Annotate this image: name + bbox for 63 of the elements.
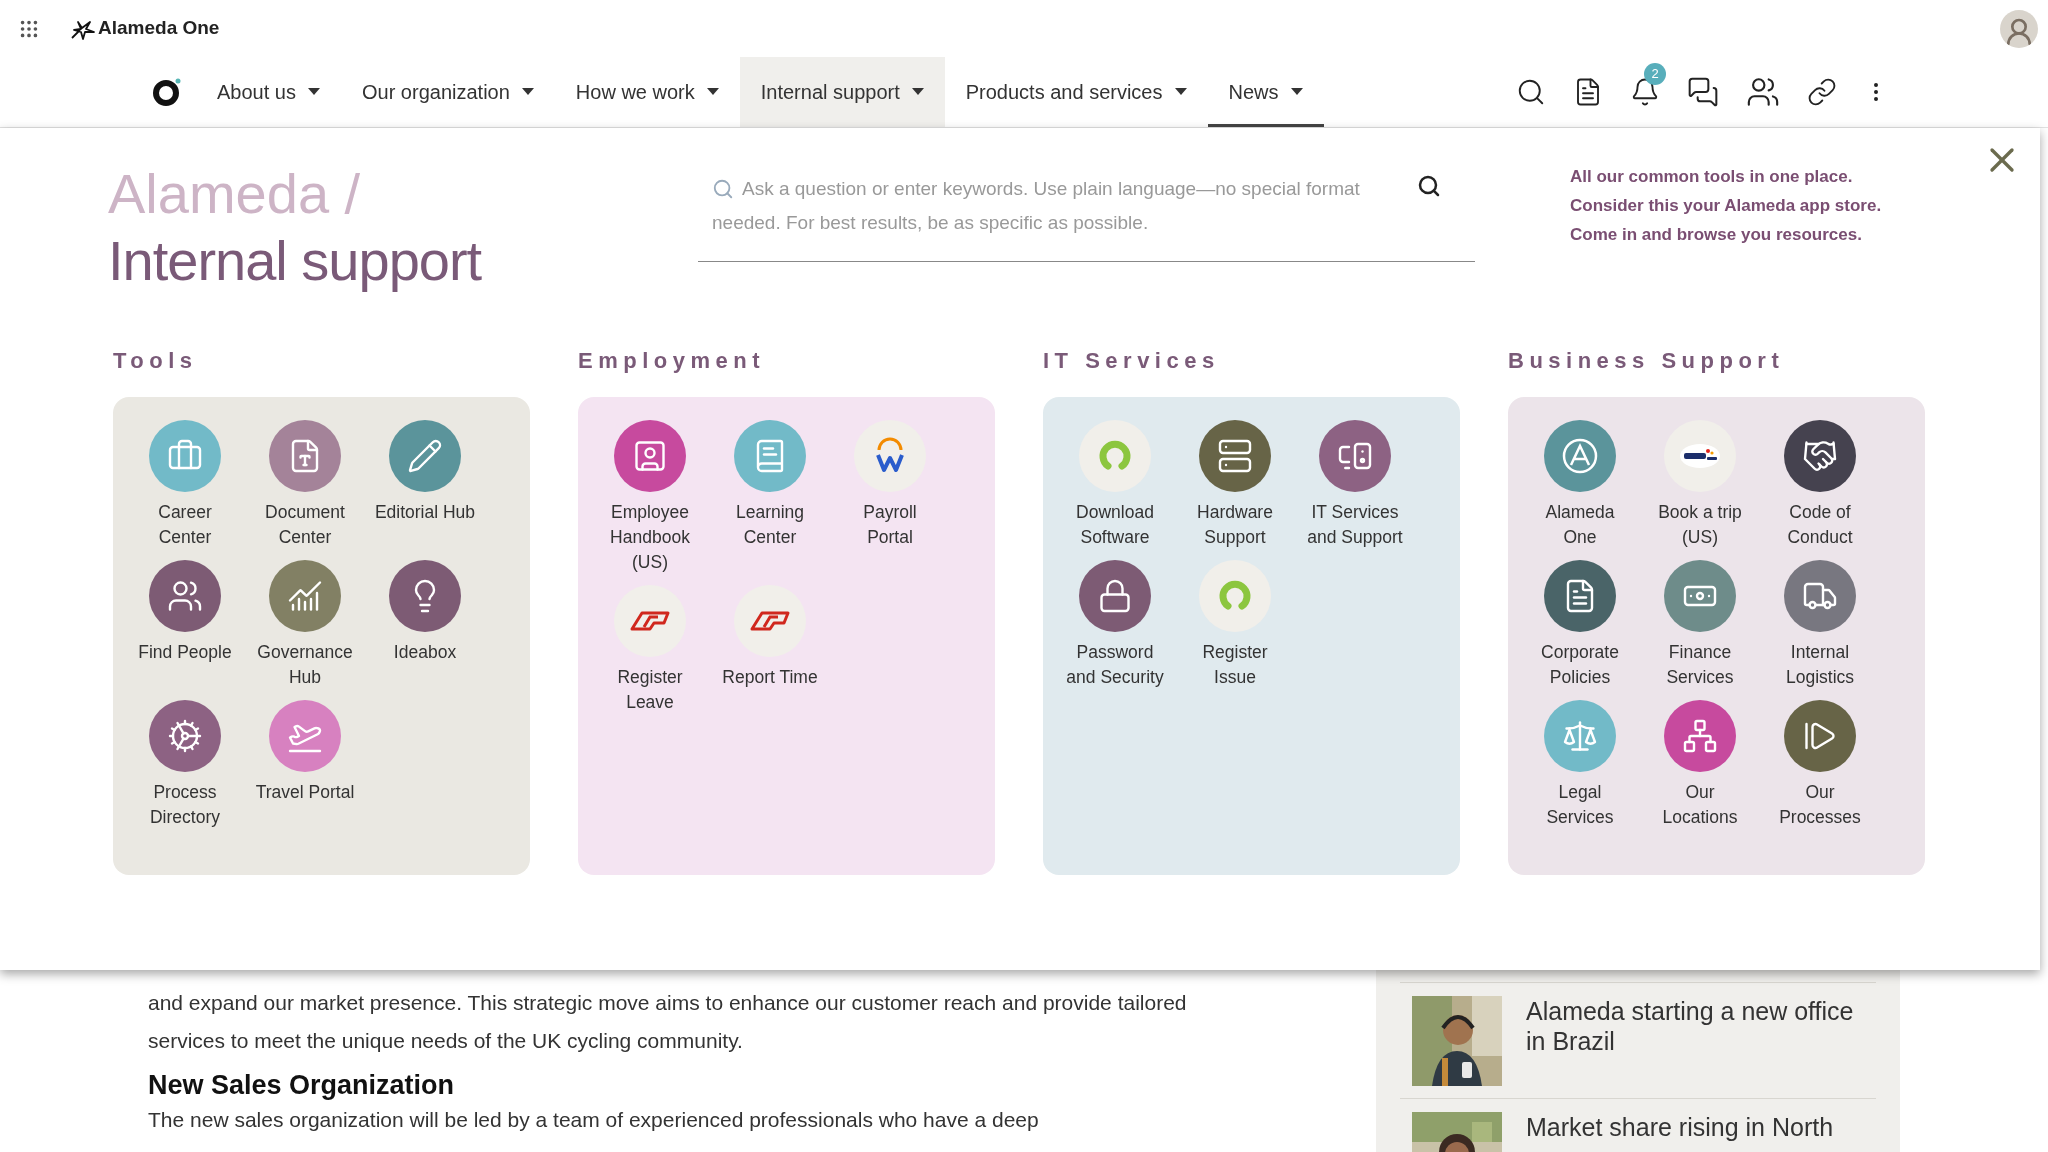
app-label[interactable]: Payroll Portal — [839, 500, 941, 550]
intro-text: Consider this your Alameda app store. — [1570, 195, 1882, 217]
app-label[interactable]: Corporate Policies — [1529, 640, 1631, 690]
app-label[interactable]: Ideabox — [374, 640, 476, 665]
intro-text: All our common tools in one place. — [1570, 166, 1854, 188]
user-avatar[interactable] — [2000, 9, 2038, 48]
app-label[interactable]: Hardware Support — [1184, 500, 1286, 550]
caret-icon — [521, 88, 534, 96]
nav-menu-item[interactable]: How we work — [554, 57, 740, 127]
site-logo-icon[interactable] — [152, 77, 182, 107]
app-label[interactable]: Editorial Hub — [374, 500, 476, 525]
intro-text: Come in and browse you resources. — [1570, 224, 1863, 246]
nav-menu-item[interactable]: About us — [196, 57, 341, 127]
app-label[interactable]: Report Time — [719, 665, 821, 690]
app-label[interactable]: Our Locations — [1649, 780, 1751, 830]
app-label[interactable]: Password and Security — [1064, 640, 1166, 690]
caret-icon — [307, 88, 320, 96]
link-icon[interactable] — [1807, 77, 1837, 107]
breadcrumb: Alameda / — [108, 162, 362, 226]
app-label[interactable]: IT Services and Support — [1304, 500, 1406, 550]
section-title: Business Support — [1508, 347, 1785, 375]
caret-icon — [1290, 88, 1303, 96]
app-label[interactable]: Finance Services — [1649, 640, 1751, 690]
app-label[interactable]: Register Leave — [599, 665, 701, 715]
article-heading: New Sales Organization — [148, 1069, 456, 1102]
article-paragraph: The new sales organization will be led by a team of experienced professionals who have a deep — [148, 1107, 1040, 1133]
news-title-link[interactable]: Market share rising in North — [1526, 1112, 1864, 1152]
section-title: Tools — [113, 347, 198, 375]
caret-icon — [706, 88, 719, 96]
page-title: Internal support — [108, 228, 483, 294]
nav-menu-item[interactable]: Our organization — [340, 57, 555, 127]
nav-menu-item[interactable]: Internal support — [739, 57, 945, 127]
nav-menu-item[interactable]: Products and services — [944, 57, 1208, 127]
article-paragraph: and expand our market presence. This strategic move aims to enhance our customer reach and provide tailored services to meet the unique needs of the UK cycling community. — [148, 990, 1188, 1054]
app-label[interactable]: Download Software — [1064, 500, 1166, 550]
app-label[interactable]: Governance Hub — [254, 640, 356, 690]
app-label[interactable]: Learning Center — [719, 500, 821, 550]
app-label[interactable]: Employee Handbook (US) — [599, 500, 701, 575]
search-icon[interactable] — [1417, 174, 1441, 198]
chat-icon[interactable] — [1687, 76, 1719, 108]
caret-icon — [1174, 88, 1187, 96]
people-icon[interactable] — [1746, 75, 1780, 109]
app-name: Alameda One — [98, 16, 220, 41]
app-label[interactable]: Book a trip (US) — [1649, 500, 1751, 550]
app-label[interactable]: Legal Services — [1529, 780, 1631, 830]
notification-badge: 2 — [1644, 63, 1666, 85]
notifications-icon[interactable] — [1630, 77, 1660, 107]
caret-icon — [911, 88, 924, 96]
app-label[interactable]: Internal Logistics — [1769, 640, 1871, 690]
app-label[interactable]: Career Center — [134, 500, 236, 550]
news-title-link[interactable]: Alameda starting a new office in Brazil — [1526, 996, 1864, 1086]
app-label[interactable]: Code of Conduct — [1769, 500, 1871, 550]
app-label[interactable]: Register Issue — [1184, 640, 1286, 690]
app-label[interactable]: Travel Portal — [254, 780, 356, 805]
app-label[interactable]: Find People — [134, 640, 236, 665]
app-label[interactable]: Document Center — [254, 500, 356, 550]
search-icon[interactable] — [1516, 77, 1546, 107]
app-label[interactable]: Our Processes — [1769, 780, 1871, 830]
section-title: IT Services — [1043, 347, 1220, 375]
app-label[interactable]: Process Directory — [134, 780, 236, 830]
search-field[interactable]: Ask a question or enter keywords. Use plain language—no special format needed. For best results, be as specific as possible. — [698, 162, 1475, 262]
app-label[interactable]: Alameda One — [1529, 500, 1631, 550]
section-title: Employment — [578, 347, 766, 375]
